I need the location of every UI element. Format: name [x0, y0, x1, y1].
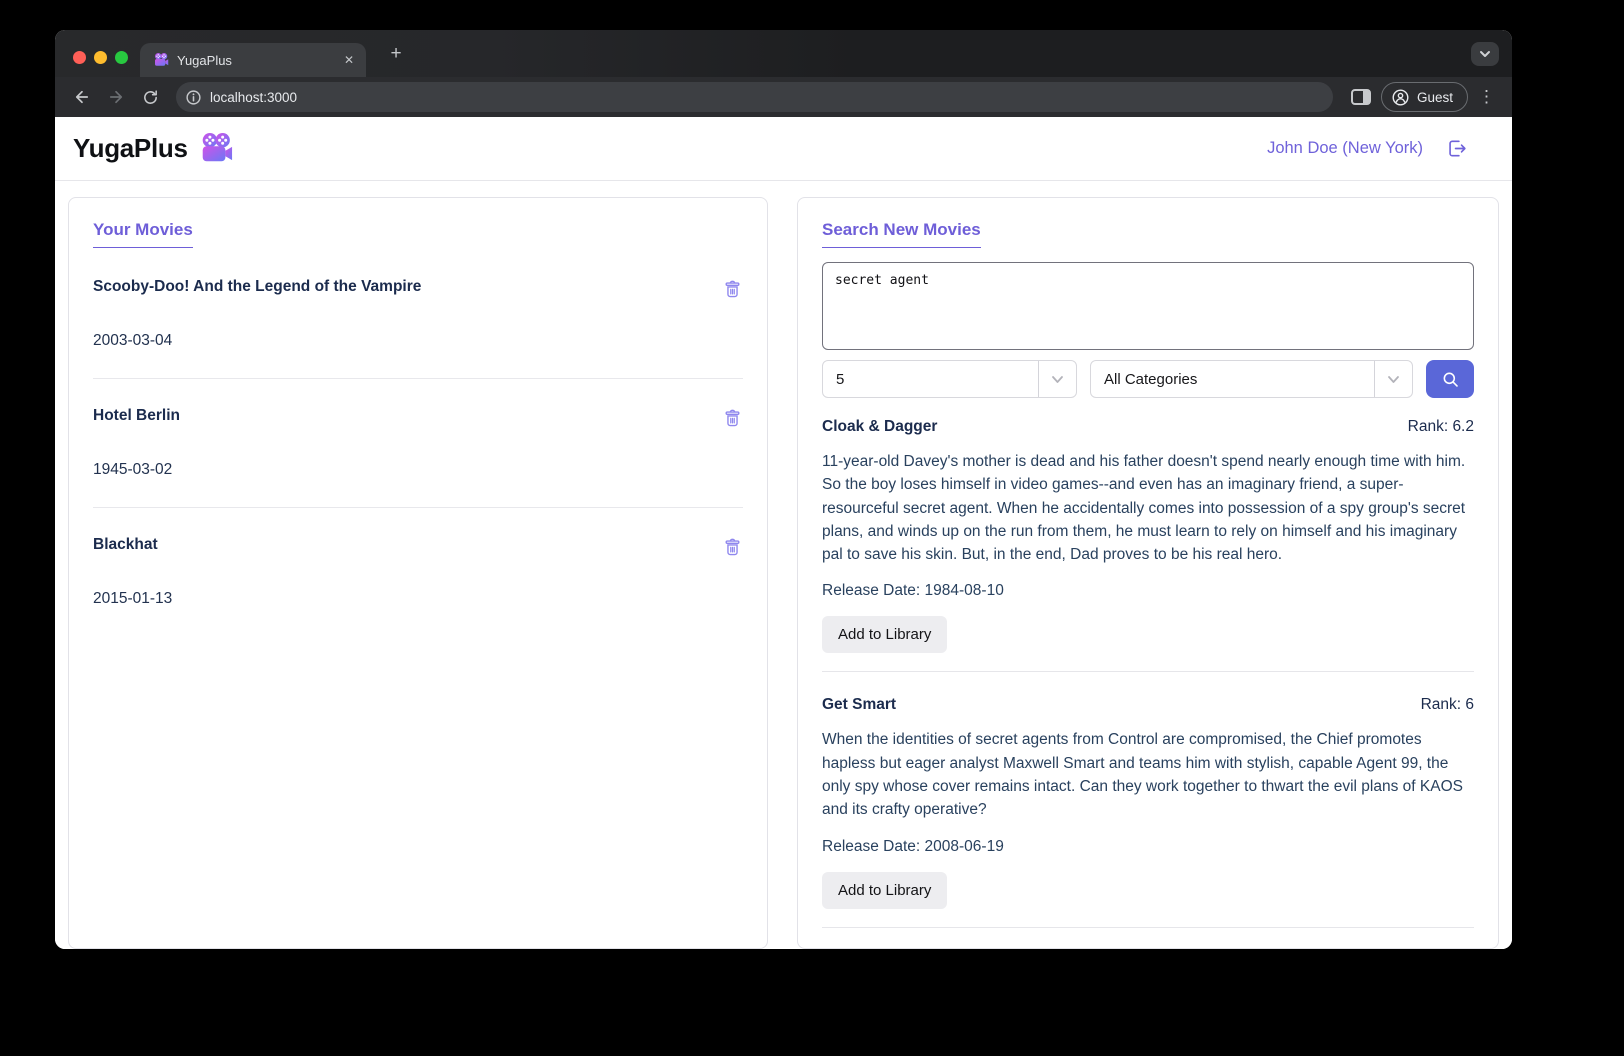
back-button[interactable]	[68, 83, 96, 111]
library-movie-row: Blackhat	[93, 536, 743, 558]
chevron-down-icon	[1038, 361, 1076, 397]
browser-tab-yugaplus[interactable]: YugaPlus ✕	[140, 43, 366, 77]
main-content: Your Movies Scooby-Doo! And the Legend o…	[55, 181, 1512, 949]
result-release-date: Release Date: 1984-08-10	[822, 582, 1004, 600]
search-icon	[1441, 370, 1460, 389]
forward-button[interactable]	[102, 83, 130, 111]
guest-label: Guest	[1416, 89, 1453, 105]
divider	[822, 926, 1474, 928]
result-title: Get Smart	[822, 696, 897, 714]
address-bar[interactable]: localhost:3000	[176, 82, 1333, 112]
result-description: When the identities of secret agents fro…	[822, 731, 1463, 819]
side-panel-icon	[1350, 89, 1371, 105]
tab-overflow-button[interactable]	[1471, 42, 1499, 66]
library-movie-row: Hotel Berlin	[93, 407, 743, 429]
yugaplus-page: YugaPlus John Doe (New York) Your Movies…	[55, 117, 1512, 949]
guest-avatar-icon	[1391, 88, 1410, 107]
tab-strip: YugaPlus ✕ +	[55, 30, 1512, 77]
divider	[822, 671, 1474, 673]
result-rank: Rank: 6	[1420, 696, 1474, 714]
divider	[93, 378, 743, 379]
site-info-icon[interactable]	[185, 89, 202, 106]
traffic-lights	[73, 51, 128, 64]
movie-release-date: 2003-03-04	[93, 332, 173, 349]
tab-close-icon[interactable]: ✕	[342, 52, 356, 68]
category-selected-value: All Categories	[1104, 370, 1198, 388]
your-movies-heading: Your Movies	[93, 220, 193, 248]
search-movies-panel: Search New Movies secret agent 5 All Cat…	[797, 197, 1499, 949]
movie-release-date: 2015-01-13	[93, 590, 173, 607]
profile-button[interactable]: Guest	[1380, 82, 1468, 112]
your-movies-panel: Your Movies Scooby-Doo! And the Legend o…	[68, 197, 768, 949]
browser-menu-button[interactable]: ⋮	[1474, 87, 1499, 107]
new-tab-button[interactable]: +	[385, 44, 407, 66]
movie-title: Hotel Berlin	[93, 407, 180, 424]
add-to-library-button[interactable]: Add to Library	[822, 616, 948, 654]
browser-toolbar: localhost:3000 Guest ⋮	[55, 77, 1512, 117]
category-select[interactable]: All Categories	[1090, 360, 1413, 398]
reload-button[interactable]	[136, 83, 164, 111]
brand-name: YugaPlus	[73, 133, 188, 163]
close-window-button[interactable]	[73, 51, 86, 64]
url-text: localhost:3000	[210, 89, 298, 105]
movie-release-date: 1945-03-02	[93, 461, 173, 478]
tab-favicon-movie-camera-icon	[153, 52, 169, 68]
user-area: John Doe (New York)	[1267, 137, 1468, 160]
search-result: Cloak & Dagger Rank: 6.2	[822, 418, 1474, 436]
chevron-down-icon	[1374, 361, 1412, 397]
tab-title: YugaPlus	[177, 52, 232, 68]
search-movies-heading: Search New Movies	[822, 220, 981, 248]
search-result: Get Smart Rank: 6	[822, 696, 1474, 714]
result-release-date: Release Date: 2008-06-19	[822, 837, 1004, 855]
add-to-library-button[interactable]: Add to Library	[822, 871, 948, 909]
brand: YugaPlus	[73, 133, 234, 164]
movie-title: Blackhat	[93, 536, 158, 553]
movie-camera-icon	[198, 133, 234, 164]
divider	[93, 507, 743, 508]
app-header: YugaPlus John Doe (New York)	[55, 117, 1512, 181]
delete-movie-trash-icon[interactable]	[722, 407, 743, 429]
result-limit-select[interactable]: 5	[822, 360, 1077, 398]
side-panel-button[interactable]	[1347, 83, 1375, 111]
movie-title: Scooby-Doo! And the Legend of the Vampir…	[93, 278, 422, 295]
logout-icon[interactable]	[1445, 137, 1468, 160]
browser-window: YugaPlus ✕ + localhost:3000 Guest ⋮ Yuga…	[55, 30, 1512, 949]
chevron-down-icon	[1479, 50, 1491, 58]
delete-movie-trash-icon[interactable]	[722, 536, 743, 558]
user-profile-link[interactable]: John Doe (New York)	[1267, 139, 1423, 158]
search-controls: 5 All Categories	[822, 360, 1474, 398]
zoom-window-button[interactable]	[115, 51, 128, 64]
limit-selected-value: 5	[836, 370, 845, 388]
search-query-input[interactable]: secret agent	[822, 262, 1474, 350]
minimize-window-button[interactable]	[94, 51, 107, 64]
result-description: 11-year-old Davey's mother is dead and h…	[822, 453, 1466, 564]
search-button[interactable]	[1426, 360, 1474, 398]
result-rank: Rank: 6.2	[1407, 418, 1474, 435]
result-title: Cloak & Dagger	[822, 418, 938, 435]
library-movie-row: Scooby-Doo! And the Legend of the Vampir…	[93, 278, 743, 300]
delete-movie-trash-icon[interactable]	[722, 278, 743, 300]
